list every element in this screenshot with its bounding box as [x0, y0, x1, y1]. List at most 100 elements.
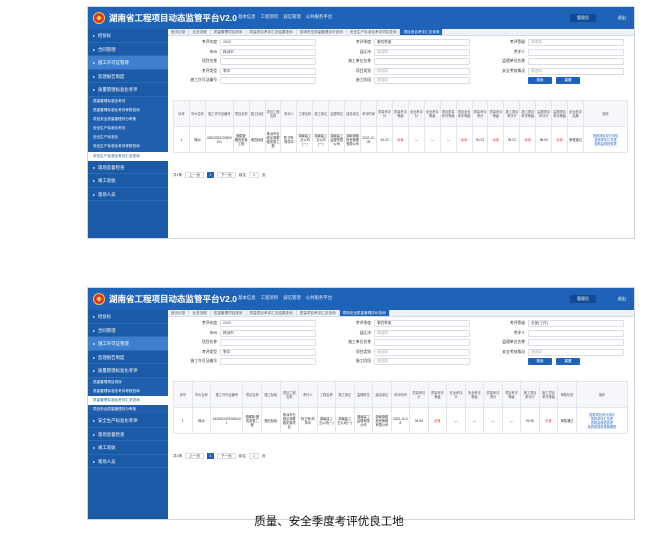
filter-input[interactable]: 请选择 [528, 39, 624, 47]
top-nav-item[interactable]: 基本信息 [238, 295, 256, 301]
filter-input[interactable]: 请选择 [374, 348, 470, 356]
sidebar-item[interactable]: ▸ 竣工验收 [88, 174, 168, 188]
filter-input[interactable]: 全部(工作) [528, 320, 624, 328]
filter-input[interactable]: 请选择 [528, 348, 624, 356]
prev-page-button[interactable]: 上一页 [185, 453, 204, 459]
filter-input[interactable]: 株洲市 [220, 48, 316, 56]
filter-input[interactable]: 请选择 [374, 329, 470, 337]
table-cell: 1 [173, 407, 193, 434]
logout-button[interactable]: 退出 [618, 295, 626, 303]
top-nav-item[interactable]: 工程项目 [261, 14, 279, 20]
filter-input[interactable]: 株洲市 [220, 329, 316, 337]
filter-input[interactable] [374, 58, 470, 66]
admin-button[interactable]: 管理员 [570, 295, 596, 303]
filter-input[interactable]: 季评 [220, 348, 316, 356]
sidebar-subitem[interactable]: 安全生产标准化考评汇总查询 [88, 151, 168, 161]
sidebar-item[interactable]: ▸ 监理报告制度 [88, 351, 168, 364]
top-nav-item[interactable]: 诚信管理 [283, 14, 301, 20]
tab[interactable]: 项目综合考评汇总查询 [400, 29, 444, 35]
tab[interactable]: 首页记录 [168, 29, 190, 35]
tab[interactable]: 质量管理项目排序 [211, 29, 247, 35]
search-button[interactable]: 搜索 [528, 77, 552, 85]
tab[interactable]: 现场安全质量管理评价查询 [297, 29, 347, 35]
next-page-button[interactable]: 下一页 [216, 172, 236, 178]
filter-input[interactable]: 请选择 [374, 67, 470, 75]
filter-input[interactable] [220, 77, 316, 85]
sidebar-item[interactable]: ▸ 现场人员 [88, 455, 168, 469]
logout-button[interactable]: 退出 [618, 14, 626, 22]
goto-page-input[interactable]: 1 [248, 453, 259, 459]
tab[interactable]: 质量项目考评汇总结果查询 [247, 29, 297, 35]
tab[interactable]: 业务流程 [189, 310, 211, 316]
reset-button[interactable]: 重置 [556, 358, 580, 366]
tab[interactable]: 安全生产标准化考评项目查询 [347, 29, 401, 35]
sidebar-item[interactable]: ▸ 现场人员 [88, 188, 168, 202]
sidebar-subitem[interactable]: 安全生产标准化考评 [88, 124, 168, 134]
column-header: 监理单位 [353, 381, 374, 408]
sidebar-subitem[interactable]: 质量管理标准化考评汇总查询 [88, 395, 168, 406]
filter-input[interactable]: 第四季度 [374, 320, 470, 328]
filter-input[interactable]: 2022 [220, 320, 316, 328]
filter-input[interactable]: 2022 [220, 39, 316, 47]
current-page[interactable]: 1 [206, 453, 214, 459]
sidebar-item[interactable]: ▸ 合同管理 [88, 324, 168, 337]
search-button[interactable]: 搜索 [528, 358, 552, 366]
filter-input[interactable] [528, 48, 624, 56]
sidebar-subitem[interactable]: 质量管理标准化考评 [88, 96, 168, 106]
filter-input[interactable] [528, 58, 624, 66]
sidebar-subitem[interactable]: 质量管理标准化考评考核查询 [88, 386, 168, 396]
row-actions[interactable]: 查看项目评分详情 查看考评汇总表 查看监督检查表 [583, 126, 628, 153]
sidebar-subitem[interactable]: 质量管理项目排序 [88, 377, 168, 387]
filter-input[interactable]: 请选择 [374, 77, 470, 85]
tab[interactable]: 现场安全质量管理评价查询 [339, 310, 390, 316]
tab[interactable]: 质量项目考评汇总查询 [297, 310, 340, 316]
reset-button[interactable]: 重置 [556, 77, 580, 85]
filter-input[interactable] [220, 358, 316, 366]
top-nav-item[interactable]: 公共服务平台 [306, 14, 332, 20]
action-link[interactable]: 查看现场质量管理表 [578, 425, 626, 429]
tab[interactable]: 业务流程 [189, 29, 211, 35]
sidebar-item[interactable]: ▸ 招投标 [88, 310, 168, 324]
sidebar-item[interactable]: ▸ 监理报告制度 [88, 70, 168, 83]
goto-page-input[interactable]: 1 [248, 172, 259, 178]
tab[interactable]: 质量项目考评汇总结果查询 [247, 310, 297, 316]
prev-page-button[interactable]: 上一页 [185, 172, 204, 178]
filter-input[interactable] [528, 329, 624, 337]
sidebar-subitem[interactable]: 质量管理标准化考评考核查询 [88, 105, 168, 115]
sidebar-item[interactable]: ▸ 施工许可证管理 [88, 337, 168, 351]
sidebar-item[interactable]: ▸ 质量管理标准化考评 [88, 83, 168, 97]
top-nav-item[interactable]: 基本信息 [238, 14, 256, 20]
tab[interactable]: 质量管理项目排序 [211, 310, 247, 316]
sidebar-item[interactable]: ▸ 安全生产标准化考评 [88, 414, 168, 428]
filter-input[interactable] [220, 339, 316, 347]
sidebar-item[interactable]: ▸ 施工许可证管理 [88, 56, 168, 70]
sidebar-item[interactable]: ▸ 合同管理 [88, 43, 168, 56]
filter-input[interactable] [374, 339, 470, 347]
top-nav-item[interactable]: 工程项目 [261, 295, 279, 301]
top-nav-item[interactable]: 诚信管理 [283, 295, 301, 301]
sidebar-subitem[interactable]: 项目安全质量管理评分考核 [88, 405, 168, 415]
sidebar-subitem[interactable]: 安全生产标准化考评考核查询 [88, 142, 168, 152]
filter-input[interactable]: 请选择 [374, 48, 470, 56]
sidebar-item[interactable]: ▸ 现场监督检查 [88, 428, 168, 442]
sidebar-item[interactable]: ▸ 招投标 [88, 29, 168, 43]
sidebar-item[interactable]: ▸ 质量管理标准化考评 [88, 364, 168, 378]
sidebar-subitem[interactable]: 项目安全质量管理评分考核 [88, 114, 168, 125]
filter-input[interactable] [220, 58, 316, 66]
sidebar-item[interactable]: ▸ 竣工验收 [88, 441, 168, 455]
filter-input[interactable]: 请选择 [528, 67, 624, 75]
total-count: 共1条 [173, 172, 183, 177]
admin-button[interactable]: 管理员 [570, 14, 596, 22]
filter-input[interactable]: 请选择 [374, 358, 470, 366]
sidebar-item[interactable]: ▸ 现场监督检查 [88, 161, 168, 175]
top-nav-item[interactable]: 公共服务平台 [306, 295, 332, 301]
sidebar-subitem[interactable]: 安全生产标准化 [88, 133, 168, 143]
filter-input[interactable] [528, 339, 624, 347]
filter-input[interactable]: 第四季度 [374, 39, 470, 47]
next-page-button[interactable]: 下一页 [216, 453, 236, 459]
filter-input[interactable]: 季评 [220, 67, 316, 75]
row-actions[interactable]: 查看项目评分详情 查看考评汇总表 查看监督检查表 查看现场质量管理表 [575, 407, 629, 434]
tab[interactable]: 首页记录 [168, 310, 190, 316]
action-link[interactable]: 查看监督检查表 [585, 142, 626, 146]
current-page[interactable]: 1 [206, 172, 214, 178]
